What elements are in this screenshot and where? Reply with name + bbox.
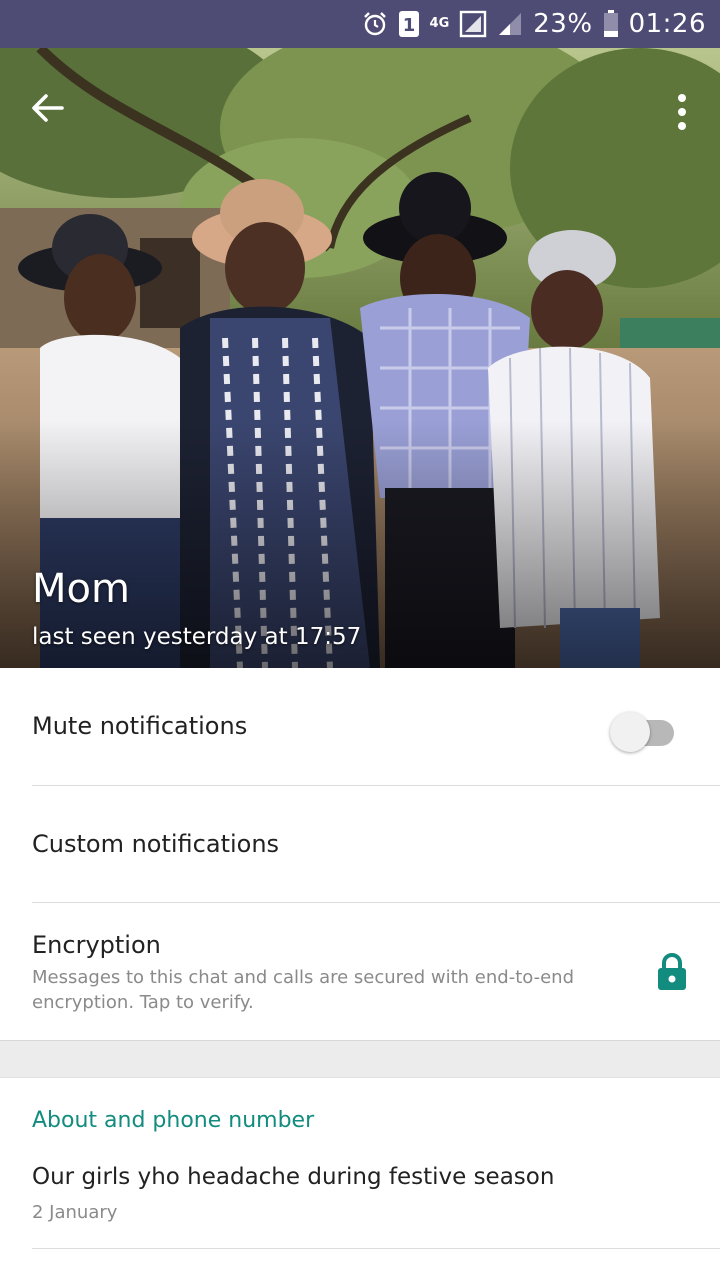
battery-percent: 23%	[533, 9, 593, 39]
signal-icon	[497, 11, 523, 37]
battery-icon	[603, 10, 619, 38]
about-section: About and phone number Our girls yho hea…	[0, 1078, 720, 1280]
mute-notifications-toggle[interactable]	[610, 708, 674, 752]
more-vert-icon	[677, 94, 687, 134]
clock: 01:26	[628, 9, 706, 39]
mute-notifications-row[interactable]: Mute notifications	[0, 668, 720, 786]
alarm-icon	[362, 11, 388, 37]
encryption-description: Messages to this chat and calls are secu…	[32, 967, 575, 1013]
encryption-row[interactable]: Encryption Messages to this chat and cal…	[0, 903, 720, 1039]
chat-settings-list: Mute notifications Custom notifications …	[0, 668, 720, 1039]
last-seen-status: last seen yesterday at 17:57	[32, 624, 362, 650]
sim-icon: 1	[398, 10, 420, 38]
lock-icon	[656, 951, 688, 991]
about-status-date: 2 January	[32, 1202, 118, 1223]
contact-profile-photo[interactable]: Mom last seen yesterday at 17:57	[0, 48, 720, 668]
custom-notifications-label: Custom notifications	[32, 830, 280, 858]
status-bar: 1 4G 23% 01:26	[0, 0, 720, 48]
network-4g-icon: 4G	[429, 16, 450, 31]
custom-notifications-row[interactable]: Custom notifications	[0, 786, 720, 903]
encryption-label: Encryption	[32, 931, 161, 959]
network-type-label: 4G	[429, 16, 450, 31]
contact-name: Mom	[32, 566, 130, 612]
back-button[interactable]	[22, 84, 74, 136]
more-options-button[interactable]	[662, 84, 702, 144]
toggle-thumb	[610, 712, 650, 752]
mute-notifications-label: Mute notifications	[32, 712, 248, 740]
section-separator	[0, 1040, 720, 1078]
about-status-text[interactable]: Our girls yho headache during festive se…	[32, 1164, 554, 1190]
about-heading: About and phone number	[32, 1108, 315, 1133]
arrow-back-icon	[30, 90, 66, 130]
no-signal-icon	[459, 10, 487, 38]
divider	[32, 1248, 720, 1249]
sim-slot-number: 1	[402, 15, 415, 36]
